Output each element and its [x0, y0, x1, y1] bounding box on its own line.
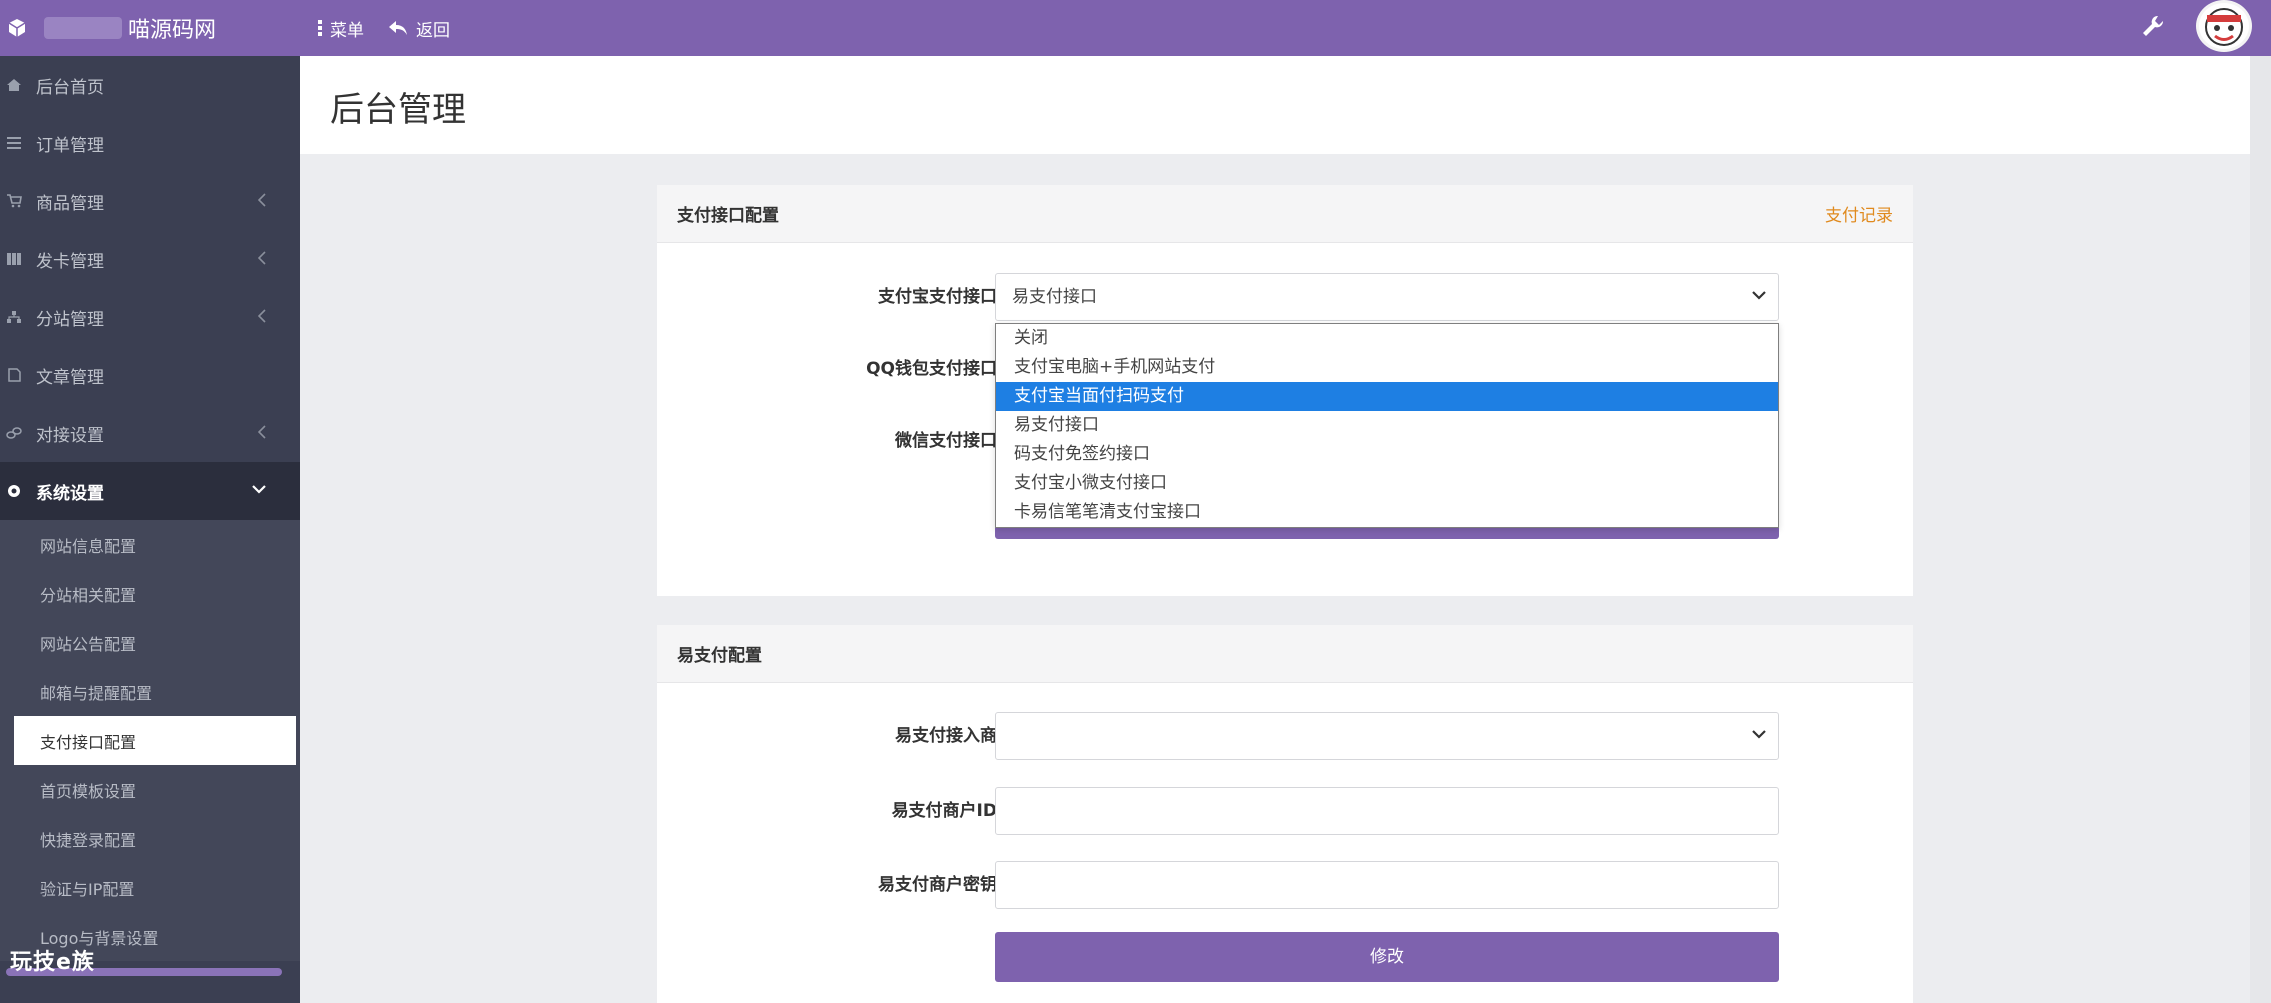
dropdown-option[interactable]: 支付宝小微支付接口 — [996, 469, 1778, 498]
avatar-icon — [2205, 8, 2243, 46]
card-header: 易支付配置 — [657, 625, 1913, 683]
epay-merchant-key-row: 易支付商户密钥 — [657, 861, 1913, 909]
chevron-left-icon — [258, 425, 266, 439]
payment-config-card: 支付接口配置 支付记录 支付宝支付接口 易支付接口 QQ钱包支付接口 微信支付接… — [657, 185, 1913, 596]
submenu-item[interactable]: 网站信息配置 — [0, 520, 300, 569]
sidebar-item-label: 分站管理 — [36, 309, 104, 330]
page-title: 后台管理 — [330, 90, 466, 130]
brand-blurred-prefix — [44, 17, 122, 39]
sitemap-icon — [7, 311, 21, 323]
qq-label: QQ钱包支付接口 — [866, 359, 997, 379]
epay-config-card: 易支付配置 易支付接入商 易支付商户ID 易支付商户密钥 修改 — [657, 625, 1913, 1003]
gear-icon — [8, 485, 20, 497]
sidebar-item-integration[interactable]: 对接设置 — [0, 404, 300, 462]
wechat-label: 微信支付接口 — [895, 431, 997, 451]
epay-provider-select[interactable] — [995, 712, 1779, 760]
alipay-interface-select[interactable]: 易支付接口 — [995, 273, 1779, 321]
wrench-icon[interactable] — [2140, 13, 2166, 39]
brand-name: 喵源码网 — [128, 18, 217, 43]
grid-icon — [7, 253, 21, 265]
sidebar-item-products[interactable]: 商品管理 — [0, 172, 300, 230]
sidebar-item-cards[interactable]: 发卡管理 — [0, 230, 300, 288]
dropdown-option-highlighted[interactable]: 支付宝当面付扫码支付 — [996, 382, 1778, 411]
top-navbar: 喵源码网 菜单 返回 — [0, 0, 2271, 56]
dropdown-option[interactable]: 支付宝电脑+手机网站支付 — [996, 353, 1778, 382]
alipay-row: 支付宝支付接口 易支付接口 — [657, 273, 1913, 321]
card-title: 支付接口配置 — [677, 206, 779, 226]
sidebar-item-label: 订单管理 — [36, 135, 104, 156]
dropdown-option[interactable]: 易支付接口 — [996, 411, 1778, 440]
back-label: 返回 — [416, 20, 450, 41]
epay-merchant-id-row: 易支付商户ID — [657, 787, 1913, 835]
select-value: 易支付接口 — [1012, 287, 1097, 307]
card-header: 支付接口配置 支付记录 — [657, 185, 1913, 243]
submenu-item[interactable]: 验证与IP配置 — [0, 863, 300, 912]
sidebar-item-articles[interactable]: 文章管理 — [0, 346, 300, 404]
submenu-item-current[interactable]: 支付接口配置 — [14, 716, 296, 765]
page-scrollbar-track[interactable] — [2250, 56, 2271, 1003]
alipay-label: 支付宝支付接口 — [878, 287, 997, 307]
user-avatar[interactable] — [2196, 0, 2252, 52]
dropdown-option[interactable]: 码支付免签约接口 — [996, 440, 1778, 469]
merchant-key-input[interactable] — [995, 861, 1779, 909]
menu-icon — [318, 20, 322, 36]
epay-provider-row: 易支付接入商 — [657, 712, 1913, 760]
sidebar-item-orders[interactable]: 订单管理 — [0, 114, 300, 172]
chevron-down-icon — [1752, 730, 1766, 739]
brand[interactable]: 喵源码网 — [0, 0, 300, 56]
merchant-key-label: 易支付商户密钥 — [878, 875, 997, 895]
submenu-item[interactable]: 邮箱与提醒配置 — [0, 667, 300, 716]
chevron-left-icon — [258, 251, 266, 265]
content-header: 后台管理 — [300, 56, 2250, 154]
back-button[interactable]: 返回 — [388, 16, 450, 41]
sidebar-item-substations[interactable]: 分站管理 — [0, 288, 300, 346]
chevron-left-icon — [258, 193, 266, 207]
submenu-item[interactable]: 首页模板设置 — [0, 765, 300, 814]
sidebar-item-label: 文章管理 — [36, 367, 104, 388]
provider-label: 易支付接入商 — [895, 726, 997, 746]
sidebar-item-label: 对接设置 — [36, 425, 104, 446]
system-settings-submenu: 网站信息配置 分站相关配置 网站公告配置 邮箱与提醒配置 支付接口配置 首页模板… — [0, 520, 300, 961]
cart-icon — [7, 194, 22, 208]
sidebar-item-label: 商品管理 — [36, 193, 104, 214]
sidebar-item-dashboard[interactable]: 后台首页 — [0, 56, 300, 114]
menu-toggle-button[interactable]: 菜单 — [318, 16, 364, 41]
merchant-id-label: 易支付商户ID — [891, 801, 997, 821]
chevron-left-icon — [258, 309, 266, 323]
payment-records-link[interactable]: 支付记录 — [1825, 201, 1893, 226]
home-icon — [7, 79, 21, 91]
submenu-item[interactable]: 网站公告配置 — [0, 618, 300, 667]
card-title: 易支付配置 — [677, 646, 762, 666]
submit-button[interactable]: 修改 — [995, 932, 1779, 982]
sidebar-item-label: 后台首页 — [36, 77, 104, 98]
merchant-id-input[interactable] — [995, 787, 1779, 835]
menu-label: 菜单 — [330, 20, 364, 41]
cube-icon — [8, 19, 26, 37]
submenu-item[interactable]: 分站相关配置 — [0, 569, 300, 618]
back-arrow-icon — [389, 21, 407, 35]
chevron-down-icon — [1752, 291, 1766, 300]
alipay-dropdown-list[interactable]: 关闭 支付宝电脑+手机网站支付 支付宝当面付扫码支付 易支付接口 码支付免签约接… — [995, 323, 1779, 528]
sidebar: 后台首页 订单管理 商品管理 发卡管理 分站管理 文章管理 对接设置 系统设置 … — [0, 56, 300, 1003]
dropdown-option[interactable]: 卡易信笔笔清支付宝接口 — [996, 498, 1778, 527]
dropdown-option[interactable]: 关闭 — [996, 324, 1778, 353]
watermark: 玩技e族 — [10, 950, 95, 975]
sidebar-item-system-settings[interactable]: 系统设置 — [0, 462, 300, 520]
sidebar-item-label: 系统设置 — [36, 483, 104, 504]
chevron-down-icon — [252, 485, 266, 494]
sidebar-item-label: 发卡管理 — [36, 251, 104, 272]
submenu-item[interactable]: 快捷登录配置 — [0, 814, 300, 863]
link-icon — [6, 427, 22, 439]
document-icon — [8, 368, 21, 382]
list-icon — [7, 137, 21, 149]
